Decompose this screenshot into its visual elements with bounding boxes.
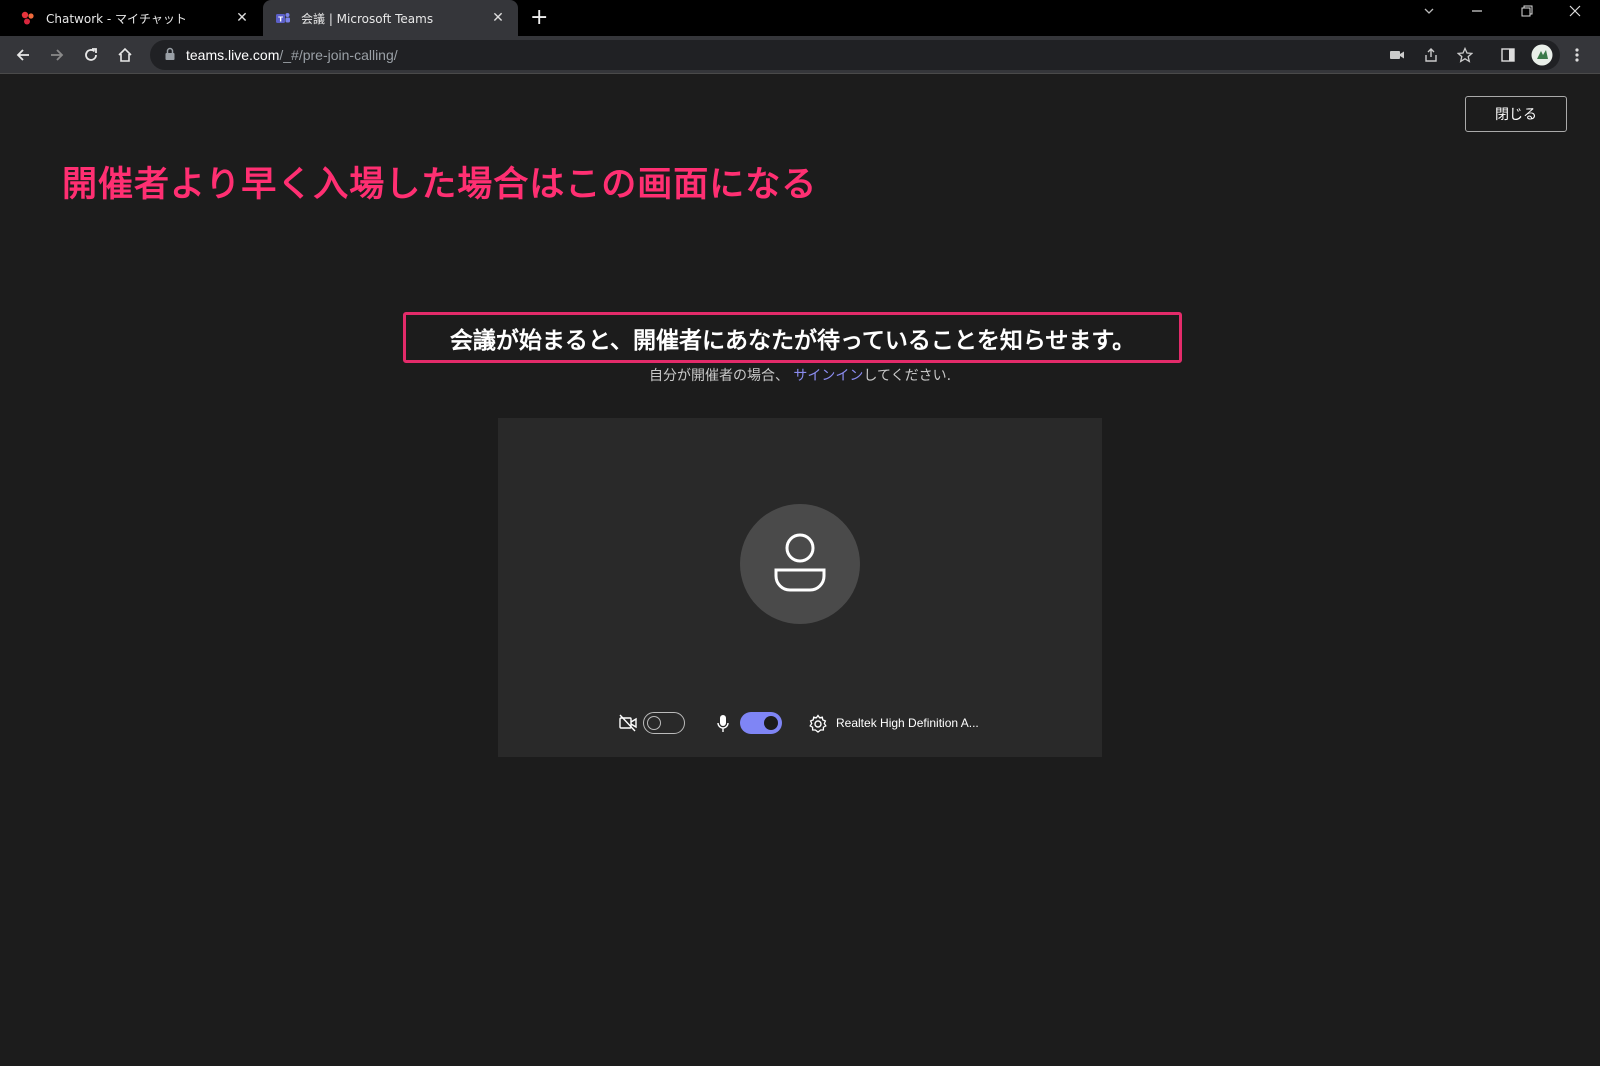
minimize-icon[interactable] — [1470, 4, 1484, 22]
teams-icon: T — [275, 10, 291, 26]
toggle-knob — [647, 715, 661, 730]
camera-toggle[interactable] — [643, 712, 685, 734]
profile-avatar[interactable] — [1531, 44, 1553, 66]
url-path: /_#/pre-join-calling/ — [279, 47, 398, 63]
person-icon — [772, 530, 828, 598]
reload-icon[interactable] — [80, 44, 102, 66]
tab-chatwork[interactable]: Chatwork - マイチャット ✕ — [8, 0, 262, 36]
forward-icon[interactable] — [46, 44, 68, 66]
close-icon[interactable]: ✕ — [234, 10, 250, 26]
signin-hint: 自分が開催者の場合、 サインインしてください. — [0, 365, 1600, 385]
browser-tab-bar: Chatwork - マイチャット ✕ T 会議 | Microsoft Tea… — [0, 0, 1600, 36]
signin-link[interactable]: サインイン — [793, 368, 863, 384]
audio-device-label[interactable]: Realtek High Definition A... — [836, 716, 979, 730]
side-panel-icon[interactable] — [1497, 44, 1519, 66]
toggle-knob — [764, 716, 778, 730]
signin-hint-suffix: してください. — [863, 368, 952, 384]
tab-title: 会議 | Microsoft Teams — [301, 11, 434, 26]
waiting-message: 会議が始まると、開催者にあなたが待っていることを知らせます。 — [403, 312, 1182, 363]
signin-hint-prefix: 自分が開催者の場合、 — [648, 368, 789, 384]
kebab-menu-icon[interactable] — [1566, 44, 1588, 66]
avatar — [740, 504, 860, 624]
svg-text:T: T — [278, 16, 283, 24]
tab-search-icon[interactable] — [1422, 4, 1436, 22]
camera-off-icon — [618, 714, 638, 736]
close-button[interactable]: 閉じる — [1465, 96, 1567, 132]
url-host: teams.live.com — [186, 47, 280, 63]
url-text: teams.live.com/_#/pre-join-calling/ — [186, 47, 398, 63]
gear-icon[interactable] — [808, 714, 828, 738]
annotation-text: 開催者より早く入場した場合はこの画面になる — [62, 165, 818, 205]
browser-toolbar: teams.live.com/_#/pre-join-calling/ — [0, 36, 1600, 74]
window-close-icon[interactable] — [1568, 4, 1582, 22]
back-icon[interactable] — [12, 44, 34, 66]
restore-icon[interactable] — [1520, 4, 1534, 22]
video-preview: Realtek High Definition A... — [498, 418, 1102, 757]
new-tab-button[interactable]: + — [530, 6, 548, 30]
preview-controls: Realtek High Definition A... — [498, 710, 1102, 740]
chatwork-icon — [20, 10, 36, 26]
lock-icon[interactable] — [164, 46, 176, 65]
address-bar[interactable]: teams.live.com/_#/pre-join-calling/ — [150, 40, 1560, 70]
share-icon[interactable] — [1420, 44, 1442, 66]
camera-in-use-icon[interactable] — [1386, 44, 1408, 66]
microphone-icon — [716, 714, 730, 738]
home-icon[interactable] — [114, 44, 136, 66]
tab-teams[interactable]: T 会議 | Microsoft Teams ✕ — [263, 0, 518, 36]
tab-title: Chatwork - マイチャット — [46, 11, 187, 26]
close-icon[interactable]: ✕ — [490, 10, 506, 26]
microphone-toggle[interactable] — [740, 712, 782, 734]
bookmark-star-icon[interactable] — [1454, 44, 1476, 66]
